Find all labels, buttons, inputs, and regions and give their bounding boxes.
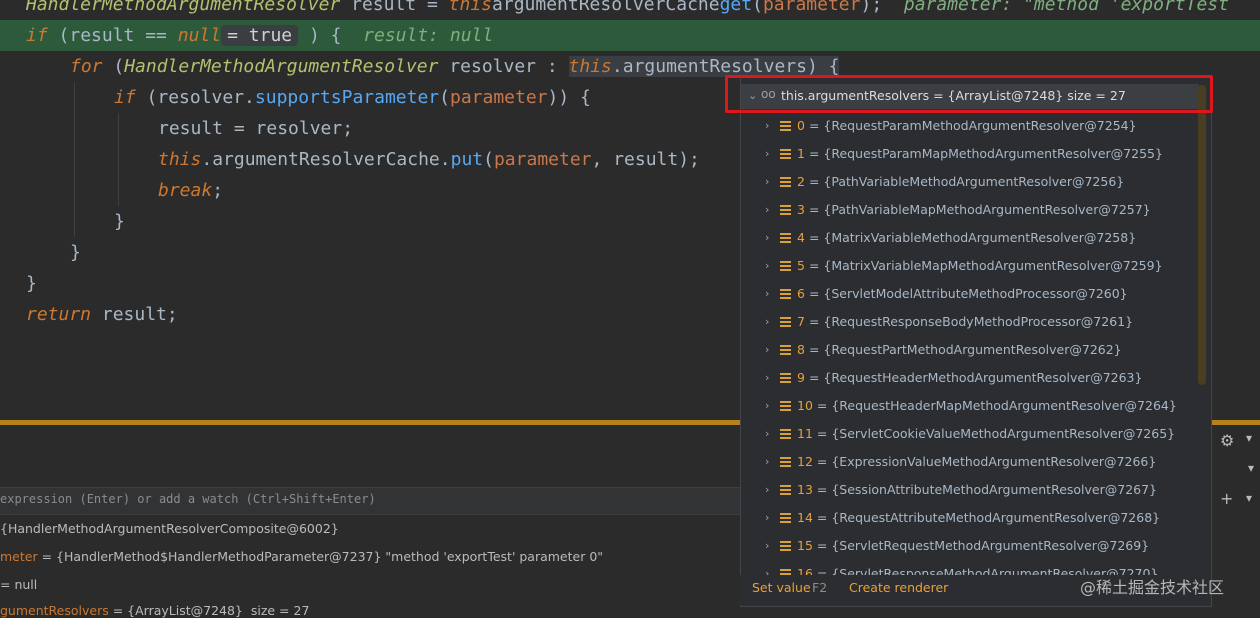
- caret-down-icon[interactable]: ▾: [1248, 461, 1254, 475]
- list-item[interactable]: › 2 = {PathVariableMethodArgumentResolver…: [741, 168, 1201, 196]
- list-item[interactable]: › 11 = {ServletCookieValueMethodArgumentR…: [741, 420, 1201, 448]
- indent-guide: [118, 113, 119, 206]
- indent-guide: [74, 82, 75, 237]
- list-item[interactable]: › 6 = {ServletModelAttributeMethodProcess…: [741, 280, 1201, 308]
- chevron-right-icon[interactable]: ›: [765, 252, 769, 280]
- chevron-right-icon[interactable]: ›: [765, 112, 769, 140]
- inline-value-chip: = true: [221, 25, 299, 46]
- list-item-icon: [780, 177, 791, 187]
- list-item[interactable]: › 10 = {RequestHeaderMapMethodArgumentRes…: [741, 392, 1201, 420]
- list-item-icon: [780, 429, 791, 439]
- chevron-right-icon[interactable]: ›: [765, 448, 769, 476]
- code-line-4: result = resolver;: [158, 118, 354, 139]
- set-value-link[interactable]: Set value: [752, 580, 811, 595]
- list-item-icon: [780, 457, 791, 467]
- list-item-icon: [780, 485, 791, 495]
- code-line-8: }: [70, 242, 81, 263]
- chevron-right-icon[interactable]: ›: [765, 140, 769, 168]
- set-value-shortcut: F2: [812, 580, 828, 595]
- code-line-0: HandlerMethodArgumentResolver result = t…: [26, 0, 1229, 15]
- caret-down-icon[interactable]: ▾: [1246, 491, 1252, 505]
- chevron-right-icon[interactable]: ›: [765, 532, 769, 560]
- code-line-6: break;: [158, 180, 224, 201]
- chevron-right-icon[interactable]: ›: [765, 280, 769, 308]
- list-item[interactable]: › 13 = {SessionAttributeMethodArgumentRes…: [741, 476, 1201, 504]
- watch-placeholder: expression (Enter) or add a watch (Ctrl+…: [0, 492, 376, 506]
- chevron-right-icon[interactable]: ›: [765, 336, 769, 364]
- chevron-right-icon[interactable]: ›: [765, 224, 769, 252]
- list-item[interactable]: › 4 = {MatrixVariableMethodArgumentResolv…: [741, 224, 1201, 252]
- code-line-10: return result;: [26, 304, 178, 325]
- list-item[interactable]: › 5 = {MatrixVariableMapMethodArgumentRes…: [741, 252, 1201, 280]
- list-item[interactable]: › 9 = {RequestHeaderMethodArgumentResolve…: [741, 364, 1201, 392]
- chevron-right-icon[interactable]: ›: [765, 364, 769, 392]
- list-item[interactable]: › 3 = {PathVariableMapMethodArgumentResol…: [741, 196, 1201, 224]
- list-item-icon: [780, 541, 791, 551]
- list-item[interactable]: › 8 = {RequestPartMethodArgumentResolver@…: [741, 336, 1201, 364]
- watch-input[interactable]: expression (Enter) or add a watch (Ctrl+…: [0, 487, 740, 515]
- list-item[interactable]: › 14 = {RequestAttributeMethodArgumentRes…: [741, 504, 1201, 532]
- variable-row[interactable]: = null: [0, 577, 37, 592]
- gear-icon[interactable]: ⚙: [1220, 431, 1234, 450]
- list-item[interactable]: › 7 = {RequestResponseBodyMethodProcessor…: [741, 308, 1201, 336]
- code-line-9: }: [26, 273, 37, 294]
- chevron-right-icon[interactable]: ›: [765, 196, 769, 224]
- create-renderer-link[interactable]: Create renderer: [849, 580, 948, 595]
- chevron-right-icon[interactable]: ›: [765, 392, 769, 420]
- list-item-icon: [780, 317, 791, 327]
- chevron-right-icon[interactable]: ›: [765, 308, 769, 336]
- code-line-3: if (resolver.supportsParameter(parameter…: [114, 87, 591, 108]
- highlight-annotation-box: [725, 75, 1213, 113]
- plus-icon[interactable]: +: [1220, 489, 1233, 508]
- list-item-icon: [780, 345, 791, 355]
- variable-row[interactable]: gumentResolvers = {ArrayList@7248} size …: [0, 603, 309, 618]
- code-line-5: this.argumentResolverCache.put(parameter…: [158, 149, 700, 170]
- list-item[interactable]: › 12 = {ExpressionValueMethodArgumentReso…: [741, 448, 1201, 476]
- list-item[interactable]: › 0 = {RequestParamMethodArgumentResolver…: [741, 112, 1201, 140]
- chevron-right-icon[interactable]: ›: [765, 476, 769, 504]
- variable-inspector-popup[interactable]: ⌄ oo this.argumentResolvers = {ArrayList…: [740, 75, 1212, 607]
- list-item-icon: [780, 261, 791, 271]
- code-line-7: }: [114, 211, 125, 232]
- list-item-icon: [780, 513, 791, 523]
- list-item-icon: [780, 205, 791, 215]
- list-item-icon: [780, 121, 791, 131]
- list-item-icon: [780, 233, 791, 243]
- list-item-icon: [780, 289, 791, 299]
- caret-down-icon[interactable]: ▾: [1246, 431, 1252, 445]
- list-item-icon: [780, 149, 791, 159]
- list-item-icon: [780, 373, 791, 383]
- chevron-right-icon[interactable]: ›: [765, 504, 769, 532]
- popup-scrollbar[interactable]: [1198, 85, 1206, 385]
- watermark: @稀土掘金技术社区: [1080, 578, 1225, 597]
- code-line-1: if (result == null = true ) { result: nul…: [26, 25, 494, 46]
- list-item[interactable]: › 15 = {ServletRequestMethodArgumentResol…: [741, 532, 1201, 560]
- variable-row[interactable]: meter = {HandlerMethod$HandlerMethodPara…: [0, 549, 603, 564]
- list-item[interactable]: › 1 = {RequestParamMapMethodArgumentResol…: [741, 140, 1201, 168]
- chevron-right-icon[interactable]: ›: [765, 420, 769, 448]
- chevron-right-icon[interactable]: ›: [765, 168, 769, 196]
- list-item-icon: [780, 401, 791, 411]
- variable-row[interactable]: {HandlerMethodArgumentResolverComposite@…: [0, 521, 339, 536]
